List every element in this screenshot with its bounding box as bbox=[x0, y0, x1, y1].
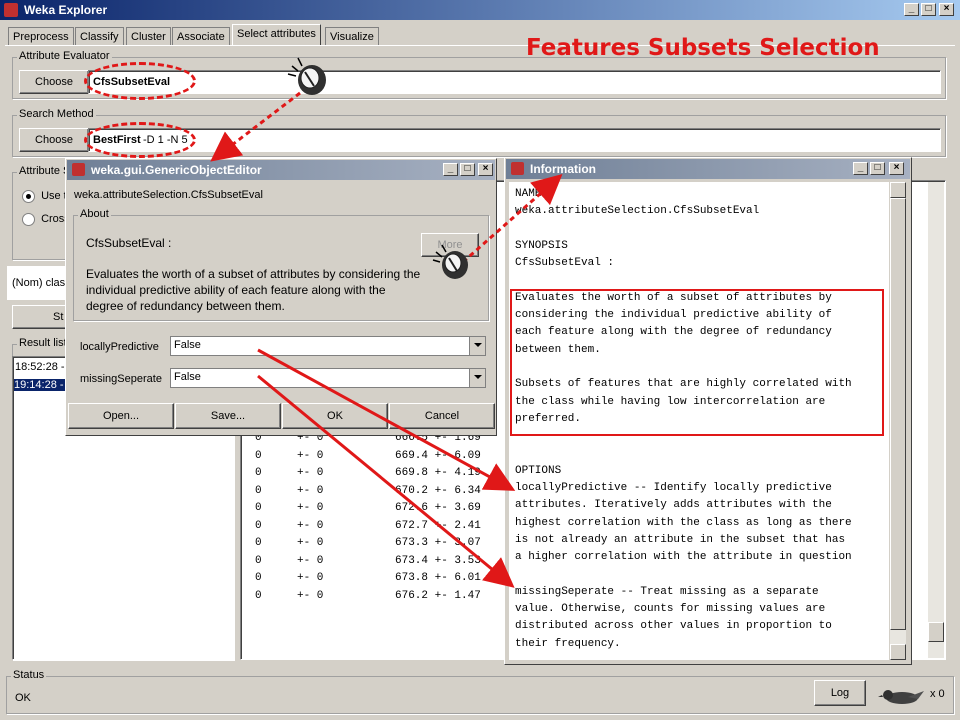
annotation-overlay bbox=[210, 57, 563, 588]
mouse-click-icon bbox=[432, 244, 468, 279]
annotation-arrow-locally bbox=[257, 348, 516, 491]
annotation-arrow-missing bbox=[257, 374, 515, 588]
mouse-click-icon bbox=[287, 57, 326, 95]
annotation-arrow-editor bbox=[210, 91, 301, 162]
annotation-arrow-info bbox=[462, 174, 563, 264]
